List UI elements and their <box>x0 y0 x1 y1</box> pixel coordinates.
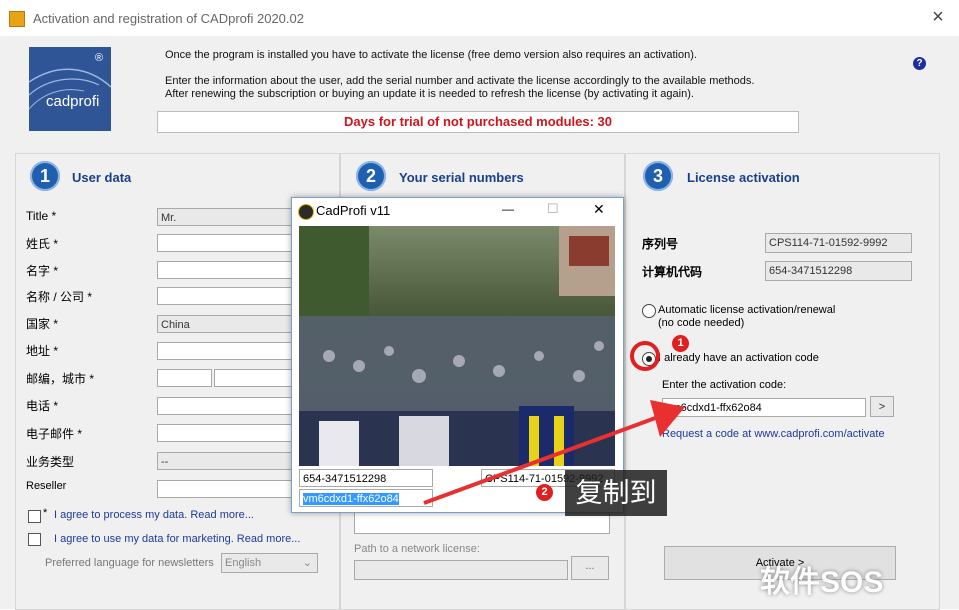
intro-line-3: After renewing the subscription or buyin… <box>165 88 694 100</box>
submit-code-button[interactable]: > <box>870 396 894 417</box>
dialog-activation-code[interactable]: vm6cdxd1-ffx62o84 <box>299 489 433 507</box>
agree-data-checkbox[interactable] <box>28 510 41 523</box>
computer-code-field: 654-3471512298 <box>765 261 912 281</box>
license-activation-heading: License activation <box>687 170 800 185</box>
postcode-city-label: 邮编，城市 * <box>26 372 95 386</box>
email-label: 电子邮件 * <box>26 427 83 441</box>
request-code-link[interactable]: Request a code at www.cadprofi.com/activ… <box>662 428 885 440</box>
activation-code-input[interactable]: vm6cdxd1-ffx62o84 <box>662 398 866 417</box>
firstname-label: 名字 * <box>26 264 59 278</box>
maximize-icon[interactable]: ☐ <box>547 201 559 217</box>
surname-field[interactable] <box>157 234 293 252</box>
postcode-field[interactable] <box>157 369 212 387</box>
agree-data-link[interactable]: I agree to process my data. Read more... <box>54 509 254 521</box>
title-bar: Activation and registration of CADprofi … <box>0 0 959 36</box>
enter-code-label: Enter the activation code: <box>662 379 787 391</box>
logo-text: cadprofi <box>46 93 100 110</box>
have-code-label: I already have an activation code <box>658 352 819 364</box>
registered-mark: ® <box>95 52 104 64</box>
close-icon[interactable]: ✕ <box>593 201 605 218</box>
intro-line-1: Once the program is installed you have t… <box>165 49 697 61</box>
chevron-down-icon: ⌄ <box>302 557 312 569</box>
address-label: 地址 * <box>26 344 59 358</box>
minimize-icon[interactable]: — <box>502 202 514 216</box>
browse-button[interactable]: ... <box>571 556 609 580</box>
fenerbahce-icon <box>298 204 314 220</box>
auto-activation-radio[interactable] <box>642 304 656 318</box>
serial-number-label: 序列号 <box>642 237 679 251</box>
computer-code-label: 计算机代码 <box>642 265 703 279</box>
phone-field[interactable] <box>157 397 293 415</box>
language-value: English <box>225 557 262 569</box>
auto-activation-sublabel: (no code needed) <box>658 317 745 329</box>
newsletter-language-select[interactable]: English ⌄ <box>221 553 318 573</box>
firstname-field[interactable] <box>157 261 293 279</box>
copy-to-label: 复制到 <box>565 470 667 516</box>
close-icon[interactable]: × <box>927 6 949 28</box>
step-3-badge: 3 <box>643 161 673 191</box>
business-type-label: 业务类型 <box>26 455 75 469</box>
company-label: 名称 / 公司 * <box>26 290 93 304</box>
phone-label: 电话 * <box>26 399 59 413</box>
cadprofi-logo: ® cadprofi <box>29 47 111 131</box>
agree-marketing-link[interactable]: I agree to use my data for marketing. Re… <box>54 533 300 545</box>
required-star: * <box>43 507 48 519</box>
activation-window: Activation and registration of CADprofi … <box>0 0 959 610</box>
auto-activation-label: Automatic license activation/renewal <box>658 304 836 316</box>
step-1-badge: 1 <box>30 161 60 191</box>
dialog-computer-code[interactable]: 654-3471512298 <box>299 469 433 487</box>
trial-banner: Days for trial of not purchased modules:… <box>157 111 799 133</box>
agree-marketing-checkbox[interactable] <box>28 533 41 546</box>
user-data-heading: User data <box>72 170 132 185</box>
email-field[interactable] <box>157 424 293 442</box>
watermark: 软件SOS <box>760 566 884 599</box>
title-label: Title * <box>26 209 57 223</box>
business-type-select[interactable]: -- <box>157 452 293 470</box>
selected-code-text: vm6cdxd1-ffx62o84 <box>303 493 399 505</box>
dialog-title: CadProfi v11 <box>316 203 391 218</box>
title-select[interactable]: Mr. <box>157 208 293 226</box>
network-license-label: Path to a network license: <box>354 543 480 555</box>
company-field[interactable] <box>157 287 293 305</box>
address-field[interactable] <box>157 342 293 360</box>
highlight-circle <box>630 341 660 371</box>
country-select[interactable]: China <box>157 315 293 333</box>
serial-number-field: CPS114-71-01592-9992 <box>765 233 912 253</box>
reseller-label: Reseller <box>26 480 67 492</box>
reseller-field[interactable] <box>157 480 293 498</box>
help-icon[interactable]: ? <box>913 57 926 70</box>
intro-line-2: Enter the information about the user, ad… <box>165 75 755 87</box>
annotation-badge-2: 2 <box>536 484 553 501</box>
surname-label: 姓氏 * <box>26 237 59 251</box>
window-title: Activation and registration of CADprofi … <box>33 11 304 26</box>
country-label: 国家 * <box>26 317 59 331</box>
city-field[interactable] <box>214 369 293 387</box>
key-icon <box>9 11 25 27</box>
network-license-path[interactable] <box>354 560 568 580</box>
serial-numbers-heading: Your serial numbers <box>399 170 524 185</box>
newsletter-language-label: Preferred language for newsletters <box>45 557 214 569</box>
step-2-badge: 2 <box>356 161 386 191</box>
annotation-badge-1: 1 <box>672 335 689 352</box>
